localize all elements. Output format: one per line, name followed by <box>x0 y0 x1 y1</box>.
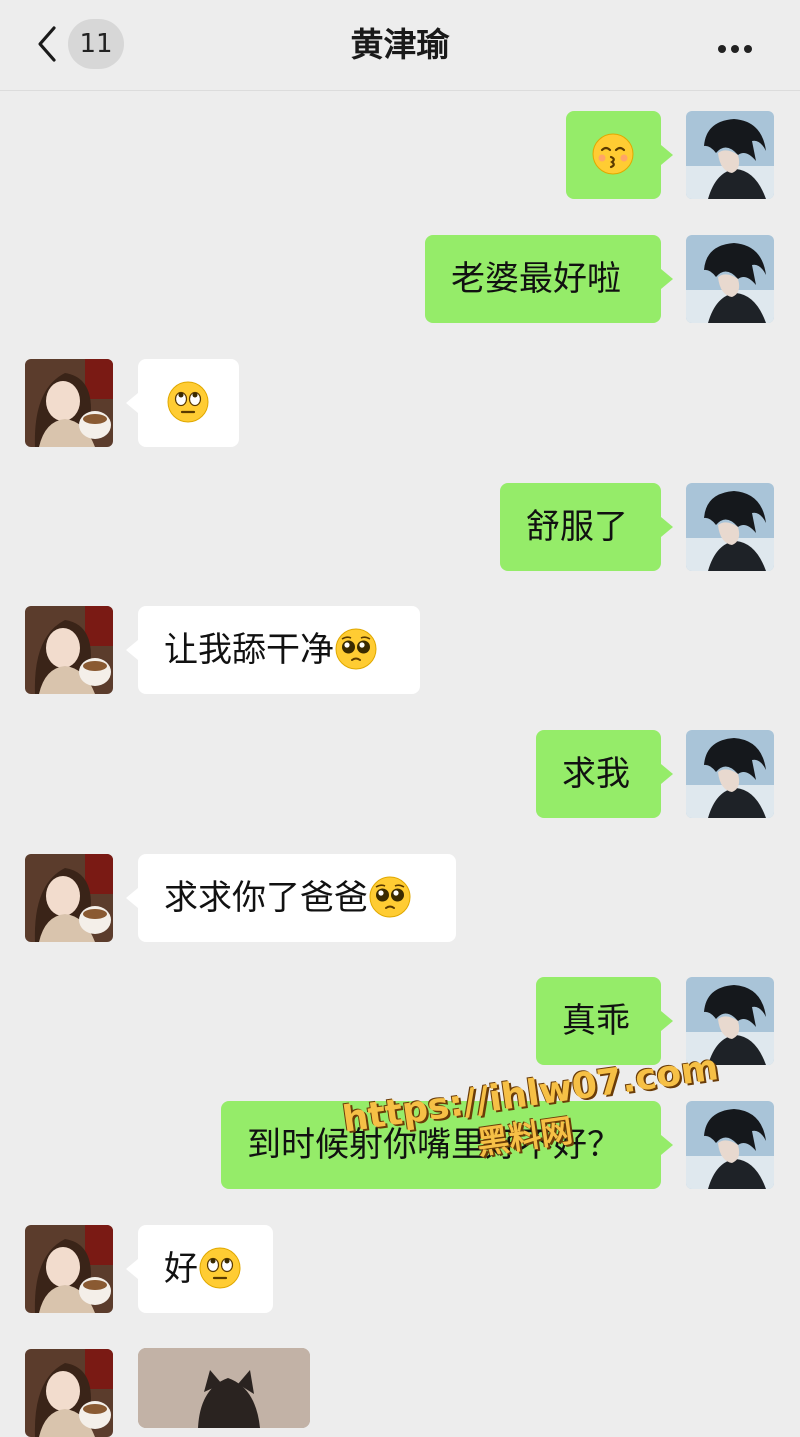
more-options-icon[interactable] <box>718 38 762 53</box>
message-text: 让我舔干净 <box>164 630 334 670</box>
my-avatar[interactable] <box>686 977 774 1065</box>
chat-title: 黄津瑜 <box>350 25 450 64</box>
kissing-face-icon <box>591 132 635 176</box>
message-text: 求求你了爸爸 <box>164 878 368 918</box>
eye-roll-face-icon <box>198 1246 242 1290</box>
eye-roll-face-icon <box>166 380 210 424</box>
pleading-face-icon <box>334 627 378 671</box>
message-bubble-incoming[interactable]: 好 <box>126 1225 273 1313</box>
my-avatar[interactable] <box>686 483 774 571</box>
message-bubble-incoming[interactable] <box>126 359 239 447</box>
message-bubble-incoming[interactable]: 让我舔干净 <box>126 606 420 694</box>
photo-thumbnail-icon <box>138 1348 310 1428</box>
message-bubble-incoming[interactable]: 求求你了爸爸 <box>126 854 456 942</box>
message-bubble-outgoing[interactable]: 到时候射你嘴里好不好？ <box>221 1101 673 1189</box>
image-message[interactable] <box>138 1348 310 1428</box>
message-text: 好 <box>164 1249 198 1289</box>
my-avatar[interactable] <box>686 111 774 199</box>
unread-count-badge[interactable]: 11 <box>68 19 124 69</box>
back-arrow-icon[interactable] <box>28 24 68 64</box>
my-avatar[interactable] <box>686 1101 774 1189</box>
message-bubble-outgoing[interactable]: 真乖 <box>536 977 673 1065</box>
contact-avatar[interactable] <box>25 606 113 694</box>
my-avatar[interactable] <box>686 730 774 818</box>
contact-avatar[interactable] <box>25 1349 113 1437</box>
contact-avatar[interactable] <box>25 1225 113 1313</box>
contact-avatar[interactable] <box>25 854 113 942</box>
pleading-face-icon <box>368 875 412 919</box>
message-bubble-outgoing[interactable]: 求我 <box>536 730 673 818</box>
message-bubble-outgoing[interactable]: 舒服了 <box>500 483 673 571</box>
chat-header: 11 黄津瑜 <box>0 0 800 91</box>
contact-avatar[interactable] <box>25 359 113 447</box>
message-bubble-outgoing[interactable] <box>566 111 673 199</box>
my-avatar[interactable] <box>686 235 774 323</box>
message-bubble-outgoing[interactable]: 老婆最好啦 <box>425 235 673 323</box>
